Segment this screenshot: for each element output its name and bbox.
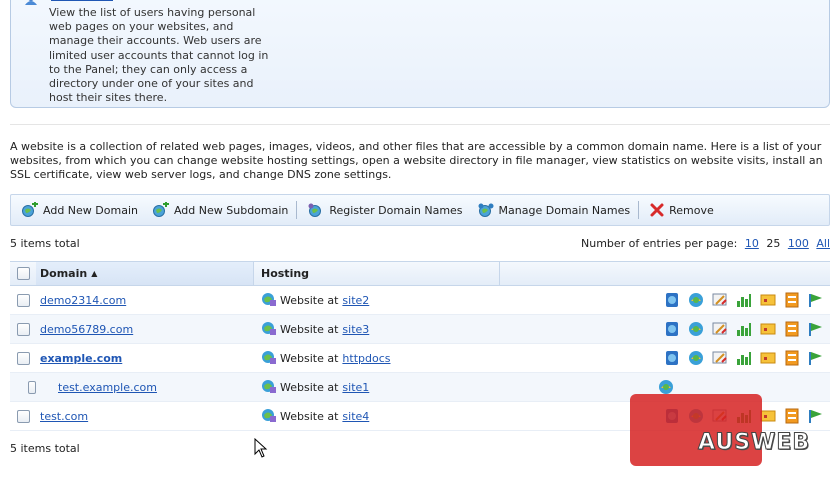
hosting-site-link[interactable]: site2 [342,294,369,307]
row-checkbox[interactable] [16,409,30,423]
table-row: example.com Website at httpdocs [10,344,830,373]
websites-intro-text: A website is a collection of related web… [10,140,823,181]
site-preview-icon[interactable] [660,320,684,338]
per-page-25-current: 25 [766,237,781,250]
hosting-prefix: Website at [280,409,339,423]
webmail-globe-icon[interactable] [684,320,708,338]
hosting-site-link[interactable]: site3 [342,323,369,336]
entries-per-page-top: Number of entries per page: 10 25 100 Al… [581,237,830,250]
section-divider [10,124,830,125]
panel-description: View the list of users having personal w… [49,6,269,105]
dns-settings-icon[interactable] [804,349,828,367]
row-actions [500,349,830,367]
table-header: Domain ▲ Hosting [10,261,830,286]
row-checkbox[interactable] [28,380,36,394]
register-domain-names-button[interactable]: Register Domain Names [307,202,463,218]
hosting-site-link[interactable]: httpdocs [342,352,390,365]
ssl-certificate-icon[interactable] [756,320,780,338]
dns-settings-icon[interactable] [804,320,828,338]
statistics-chart-icon[interactable] [732,291,756,309]
hosting-site-link[interactable]: site4 [342,410,369,423]
domain-link[interactable]: example.com [40,352,122,365]
add-new-subdomain-button[interactable]: Add New Subdomain [152,202,288,218]
column-header-hosting[interactable]: Hosting [254,262,500,285]
table-row: demo2314.com Website at site2 [10,286,830,315]
column-header-domain[interactable]: Domain ▲ [36,262,254,285]
manage-domain-icon [478,203,494,217]
statistics-chart-icon[interactable] [732,349,756,367]
row-checkbox[interactable] [16,351,30,365]
dns-settings-icon[interactable] [804,407,828,425]
domains-toolbar: Add New Domain Add New Subdomain Registe… [10,194,830,226]
add-subdomain-icon [152,202,169,217]
site-preview-icon[interactable] [660,349,684,367]
domain-link[interactable]: demo2314.com [40,294,126,307]
items-total-bottom: 5 items total [10,442,80,455]
watermark-logo-text: AUSWEB [697,430,811,456]
row-checkbox[interactable] [16,293,30,307]
site-preview-icon[interactable] [660,291,684,309]
users-icon [25,0,45,8]
select-all-checkbox[interactable] [16,267,30,280]
sort-ascending-icon: ▲ [91,269,98,278]
webmail-globe-icon[interactable] [684,291,708,309]
hosting-settings-icon[interactable] [708,349,732,367]
row-actions [500,320,830,338]
remove-icon [650,203,664,217]
remove-button[interactable]: Remove [649,202,714,218]
server-logs-icon[interactable] [780,320,804,338]
domain-link[interactable]: test.example.com [58,381,157,394]
hosting-prefix: Website at [280,380,339,394]
ssl-certificate-icon[interactable] [756,349,780,367]
dns-settings-icon[interactable] [804,291,828,309]
row-actions [500,291,830,309]
per-page-10-link[interactable]: 10 [745,237,759,250]
website-hosting-icon [261,349,280,368]
toolbar-separator [638,201,640,219]
add-new-domain-button[interactable]: Add New Domain [21,202,138,218]
website-hosting-icon [261,378,280,397]
hosting-prefix: Website at [280,293,339,307]
toolbar-separator [296,201,298,219]
register-domain-icon [308,203,322,217]
web-users-info-panel: View the list of users having personal w… [10,0,830,108]
manage-domain-names-button[interactable]: Manage Domain Names [477,202,630,218]
hosting-site-link[interactable]: site1 [342,381,369,394]
domain-link[interactable]: demo56789.com [40,323,133,336]
items-total-top: 5 items total [10,237,80,250]
website-hosting-icon [261,407,280,426]
server-logs-icon[interactable] [780,349,804,367]
server-logs-icon[interactable] [780,291,804,309]
webmail-globe-icon[interactable] [684,349,708,367]
mouse-cursor-icon [254,438,268,458]
hosting-prefix: Website at [280,322,339,336]
row-checkbox[interactable] [16,322,30,336]
hosting-settings-icon[interactable] [708,320,732,338]
ssl-certificate-icon[interactable] [756,291,780,309]
per-page-100-link[interactable]: 100 [788,237,809,250]
hosting-settings-icon[interactable] [708,291,732,309]
per-page-all-link[interactable]: All [816,237,830,250]
table-row: demo56789.com Website at site3 [10,315,830,344]
website-hosting-icon [261,320,280,339]
add-domain-icon [22,202,38,217]
hosting-prefix: Website at [280,351,339,365]
server-logs-icon[interactable] [780,407,804,425]
statistics-chart-icon[interactable] [732,320,756,338]
domain-link[interactable]: test.com [40,410,88,423]
website-hosting-icon [261,291,280,310]
web-users-link[interactable] [51,0,113,1]
